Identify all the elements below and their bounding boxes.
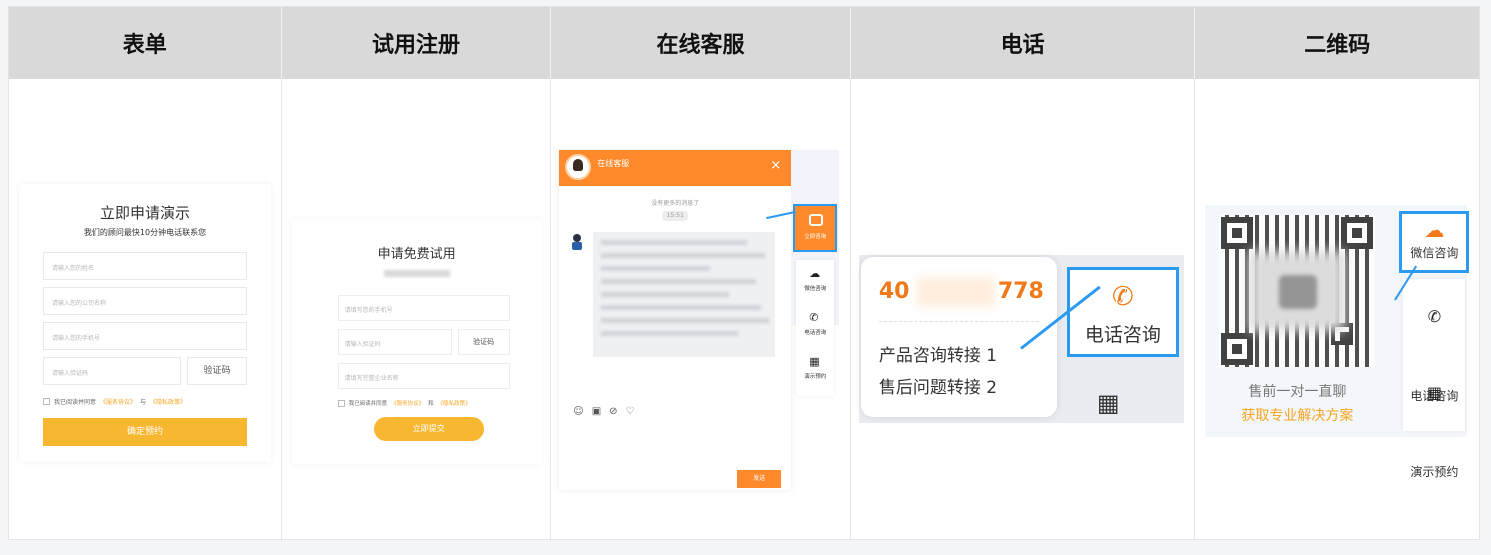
trial-code-row: 请输入验证码 验证码 [337,329,510,355]
chat-sidebar: 立即咨询 ☁ 微信咨询 ✆ 电话咨询 ▦ 演示预约 [791,150,840,396]
qr-caption: 售前一对一直聊 [1248,384,1347,400]
close-icon[interactable]: × [770,158,781,173]
phone-number-start: 40 [878,279,910,304]
trial-service-agreement-link[interactable]: 《服务协议》 [391,399,424,407]
demo-form-card: 立即申请演示 我们的顾问最快10分钟电话联系您 请输入您的姓名 请输入您的公司名… [19,184,271,462]
wechat-icon: ☁ [1424,218,1445,242]
attachment-icon[interactable]: ⊘ [609,406,617,417]
phone-number-end: 778 [997,279,1044,304]
trial-phone-field[interactable]: 请填写您的手机号 [337,295,510,321]
privacy-policy-link[interactable]: 《隐私政策》 [150,397,186,406]
wechat-icon: ☁ [809,267,821,280]
image-icon[interactable]: ▣ [592,406,601,417]
table-header: 表单 试用注册 在线客服 电话 二维码 [9,7,1479,79]
agent-small-avatar [571,234,583,250]
submit-button[interactable]: 立即提交 [373,417,484,441]
message-time: 15:51 [662,211,689,221]
presentation-icon: ▦ [809,355,820,368]
qr-solution-link[interactable]: 获取专业解决方案 [1205,405,1389,425]
divider [878,321,1039,322]
demo-booking-item[interactable]: ▦ 演示预约 [796,348,834,392]
trial-agree-conjunction: 和 [428,401,434,407]
chat-header: 在线客服 × [559,150,792,186]
phone-consult-item[interactable]: ✆ 电话咨询 [1403,279,1465,403]
trial-agree-text: 我已阅读并同意 [348,401,388,407]
chat-column: 在线客服 × 没有更多的消息了 15:51 ☺ ▣ ⊘ ♡ 发送 立即咨询 ☁ … [551,79,851,541]
blurred-message-bubble [593,232,776,357]
qr-sidebar: ☁ 微信咨询 ✆ 电话咨询 ▦ 演示预约 [1399,205,1471,479]
header-cell-chat: 在线客服 [551,7,851,79]
trial-title: 申请免费试用 [377,247,456,262]
send-button[interactable]: 发送 [737,470,782,488]
qr-panel: 售前一对一直聊 获取专业解决方案 ☁ 微信咨询 ✆ 电话咨询 ▦ 演示预约 [1205,205,1470,479]
chat-toolbar: ☺ ▣ ⊘ ♡ [573,406,634,417]
chat-bubble-icon [809,214,824,226]
chat-side-menu: ☁ 微信咨询 ✆ 电话咨询 ▦ 演示预约 [796,260,835,396]
trial-company-field[interactable]: 请填写完整企业名称 [337,363,510,389]
wechat-consult-label: 微信咨询 [1410,246,1459,260]
presentation-icon[interactable]: ▦ [1097,389,1120,417]
agent-avatar [565,154,592,180]
header-cell-form: 表单 [9,7,282,79]
trial-privacy-policy-link[interactable]: 《隐私政策》 [438,399,471,407]
phone-number-mask [916,277,995,307]
phone-card: 40 778 产品咨询转接 1 售后问题转接 2 [860,257,1057,417]
wechat-consult-button[interactable]: ☁ 微信咨询 [1399,211,1470,273]
confirm-booking-button[interactable]: 确定预约 [43,418,247,446]
trial-agree-checkbox[interactable] [337,399,345,407]
code-field[interactable]: 请输入验证码 [43,357,181,385]
product-consult-line: 产品咨询转接 1 [878,346,998,366]
service-agreement-link[interactable]: 《服务协议》 [100,397,136,406]
blurred-subtitle [383,270,450,277]
after-sales-line: 售后问题转接 2 [878,378,998,398]
form-title: 立即申请演示 [99,204,190,222]
emoji-icon[interactable]: ☺ [573,406,583,417]
consult-now-button[interactable]: 立即咨询 [793,204,838,252]
header-cell-qr: 二维码 [1304,33,1371,58]
qr-code-image [1219,215,1376,367]
qr-logo-icon [1279,275,1318,309]
form-subtitle: 我们的顾问最快10分钟电话联系您 [83,228,207,237]
phone-field[interactable]: 请输入您的手机号 [43,322,247,350]
code-row: 请输入验证码 验证码 [43,357,247,385]
consult-now-label: 立即咨询 [804,234,827,240]
chat-title: 在线客服 [597,159,630,168]
qr-side-menu: ✆ 电话咨询 ▦ 演示预约 [1403,279,1466,479]
table-body: 立即申请演示 我们的顾问最快10分钟电话联系您 请输入您的姓名 请输入您的公司名… [9,79,1479,541]
header-cell-phone: 电话 [851,7,1196,79]
get-code-button[interactable]: 验证码 [187,357,247,385]
agree-conjunction: 与 [140,399,147,406]
comparison-table: 表单 试用注册 在线客服 电话 二维码 立即申请演示 我们的顾问最快10分钟电话… [8,6,1480,541]
agreement-row: 我已阅读并同意 《服务协议》 与 《隐私政策》 [43,397,247,406]
phone-consult-button[interactable]: ✆ 电话咨询 [1066,267,1179,357]
trial-code-field[interactable]: 请输入验证码 [337,329,452,355]
agree-text: 我已阅读并同意 [54,399,97,406]
wechat-consult-item[interactable]: ☁ 微信咨询 [796,260,834,304]
qr-column: 售前一对一直聊 获取专业解决方案 ☁ 微信咨询 ✆ 电话咨询 ▦ 演示预约 [1195,79,1479,541]
phone-column: 40 778 产品咨询转接 1 售后问题转接 2 ✆ 电话咨询 ▦ [851,79,1196,541]
chat-window: 在线客服 × 没有更多的消息了 15:51 ☺ ▣ ⊘ ♡ 发送 [559,150,792,490]
trial-column: 申请免费试用 请填写您的手机号 请输入验证码 验证码 请填写完整企业名称 我已阅… [282,79,552,541]
header-cell-trial: 试用注册 [282,7,552,79]
company-field[interactable]: 请输入您的公司名称 [43,287,247,315]
form-column: 立即申请演示 我们的顾问最快10分钟电话联系您 请输入您的姓名 请输入您的公司名… [9,79,282,541]
phone-consult-item[interactable]: ✆ 电话咨询 [796,304,834,348]
name-field[interactable]: 请输入您的姓名 [43,252,247,280]
trial-get-code-button[interactable]: 验证码 [457,329,510,355]
trial-form-card: 申请免费试用 请填写您的手机号 请输入验证码 验证码 请填写完整企业名称 我已阅… [291,219,542,464]
phone-consult-label: 电话咨询 [1084,324,1161,346]
heart-icon[interactable]: ♡ [626,406,635,417]
no-more-messages: 没有更多的消息了 [651,200,700,207]
presentation-icon: ▦ [1426,383,1442,402]
phone-icon: ✆ [809,311,819,324]
agree-checkbox[interactable] [43,398,50,405]
trial-agreement-row: 我已阅读并同意 《服务协议》 和 《隐私政策》 [337,399,542,407]
